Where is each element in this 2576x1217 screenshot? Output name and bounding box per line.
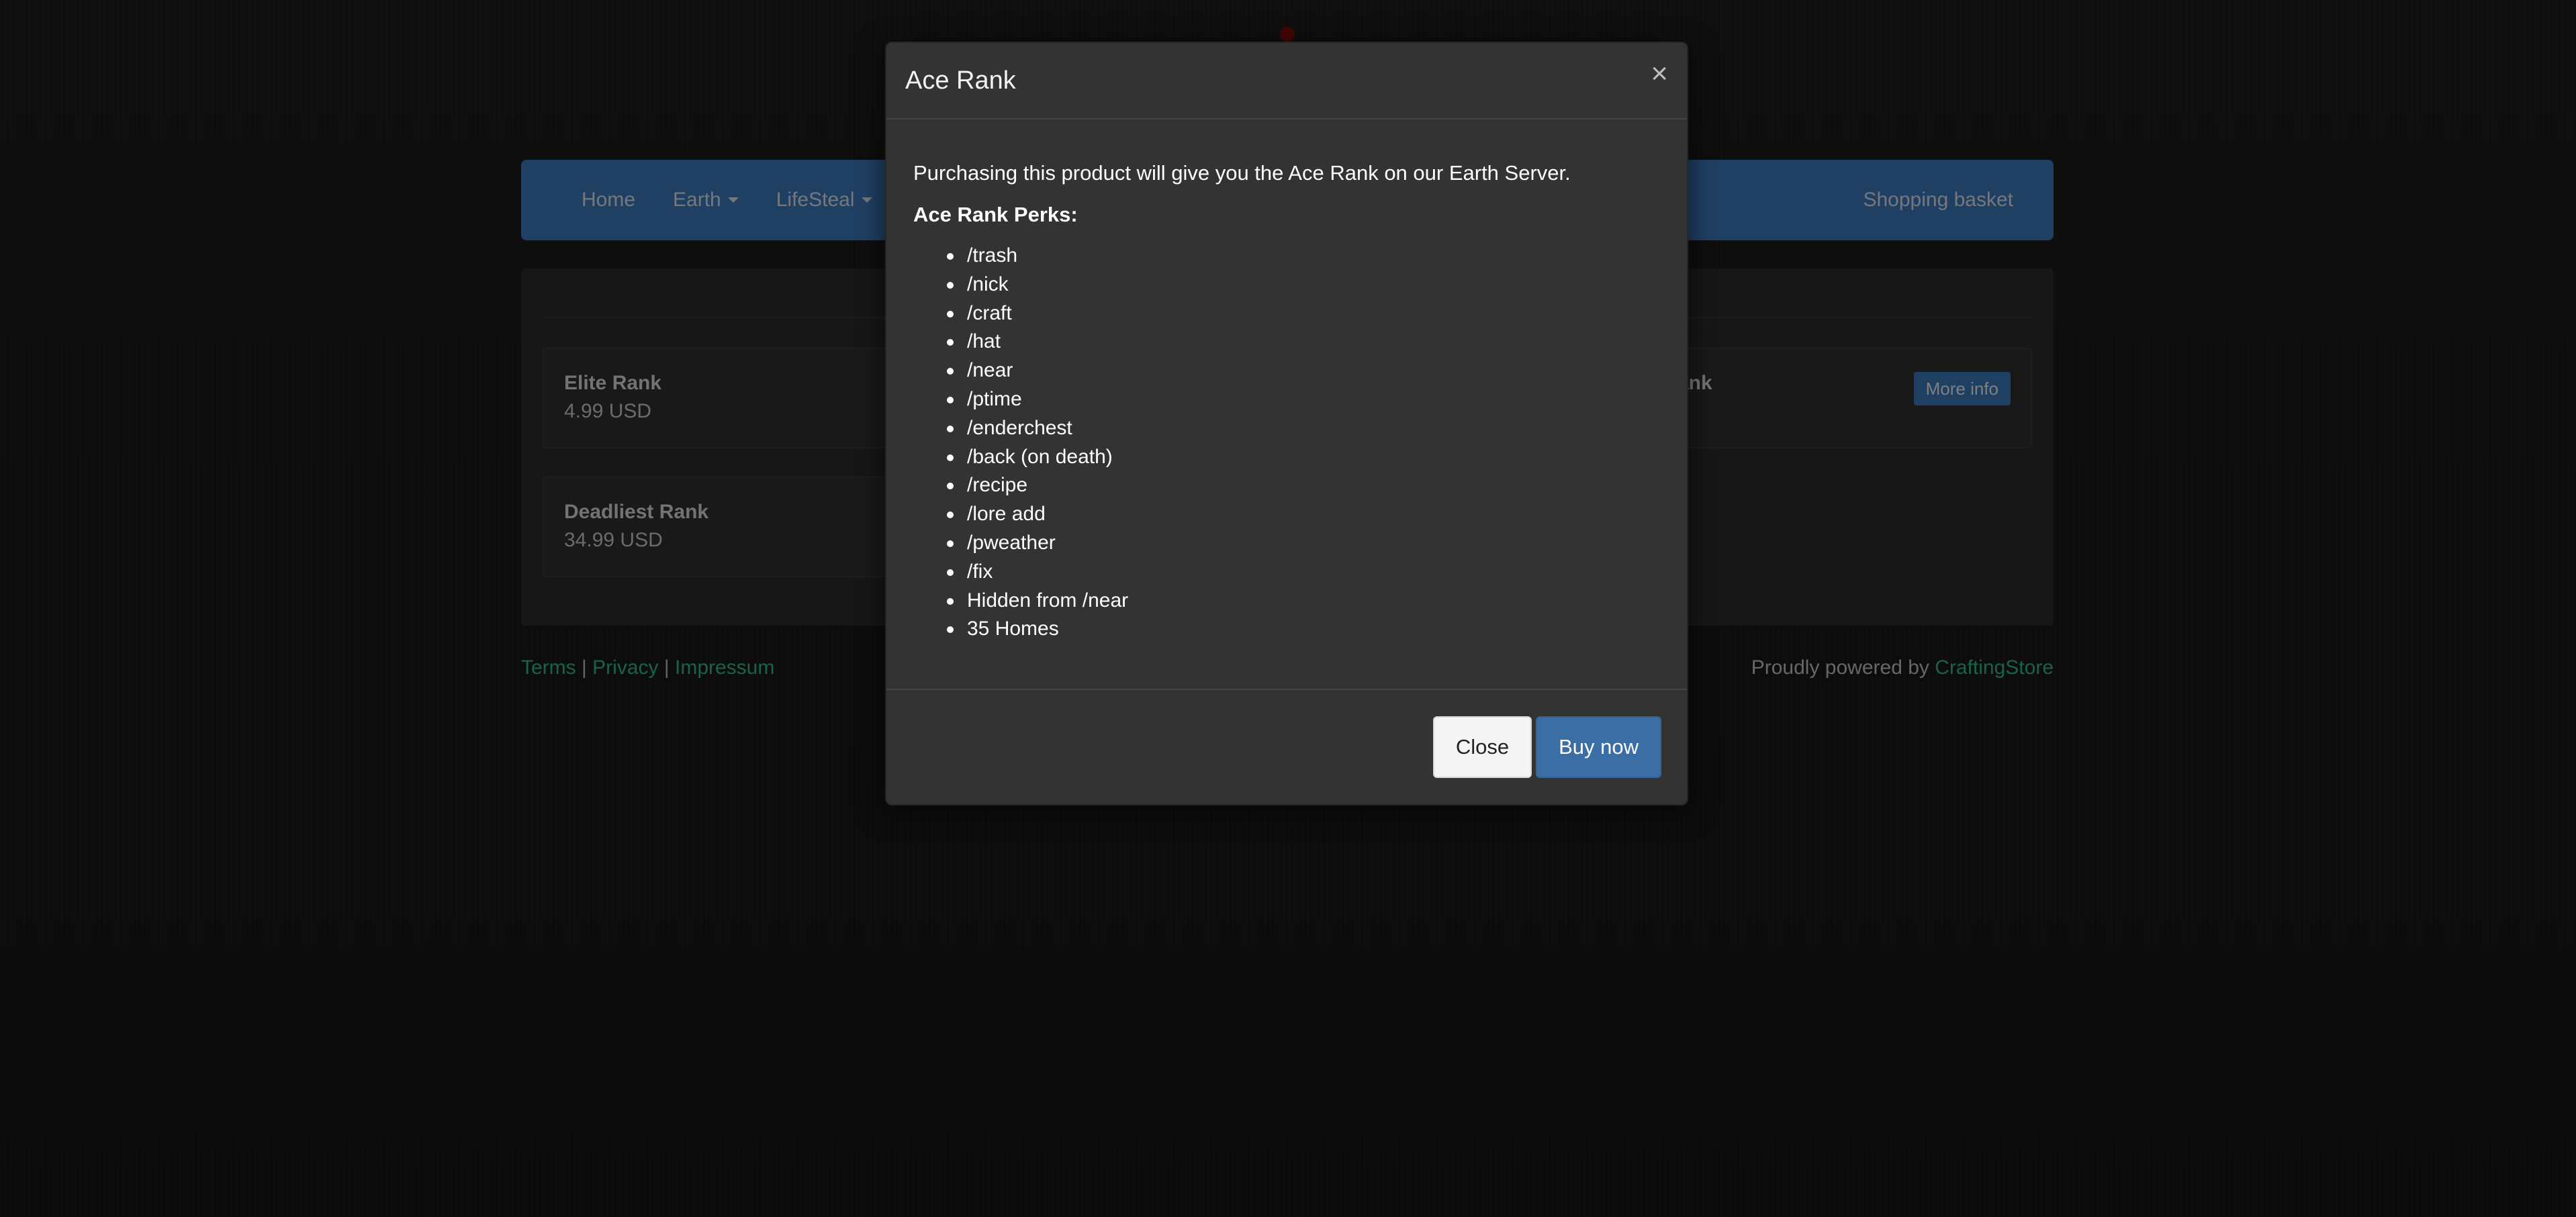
- product-description: Purchasing this product will give you th…: [913, 161, 1571, 185]
- close-button[interactable]: Close: [1432, 716, 1532, 778]
- product-modal: Ace Rank × Purchasing this product will …: [885, 42, 1688, 806]
- bullet-icon: [947, 310, 954, 318]
- list-item: /pweather: [947, 529, 1660, 558]
- perk-label: /trash: [967, 244, 1018, 266]
- perk-label: /pweather: [967, 531, 1056, 554]
- list-item: /enderchest: [947, 414, 1660, 443]
- bullet-icon: [947, 569, 954, 576]
- perk-label: /enderchest: [967, 416, 1072, 439]
- list-item: /trash: [947, 242, 1660, 271]
- perk-label: /back (on death): [967, 445, 1113, 468]
- list-item: /near: [947, 356, 1660, 385]
- bullet-icon: [947, 396, 954, 403]
- perk-label: /recipe: [967, 474, 1028, 497]
- perk-label: /hat: [967, 330, 1001, 353]
- perk-label: /nick: [967, 273, 1009, 295]
- perk-label: /near: [967, 359, 1013, 382]
- modal-body: Purchasing this product will give you th…: [886, 119, 1687, 690]
- list-item: /fix: [947, 558, 1660, 587]
- list-item: Hidden from /near: [947, 587, 1660, 616]
- list-item: 35 Homes: [947, 615, 1660, 644]
- bullet-icon: [947, 253, 954, 260]
- perk-label: /craft: [967, 301, 1012, 324]
- bullet-icon: [947, 483, 954, 490]
- perk-label: /fix: [967, 560, 993, 583]
- bullet-icon: [947, 626, 954, 634]
- modal-footer: Close Buy now: [886, 689, 1687, 804]
- list-item: /ptime: [947, 385, 1660, 414]
- perk-label: Hidden from /near: [967, 589, 1129, 612]
- modal-header: Ace Rank ×: [886, 43, 1687, 119]
- close-icon[interactable]: ×: [1651, 59, 1668, 89]
- bullet-icon: [947, 425, 954, 432]
- perks-list: /trash /nick /craft /hat /near /ptime /e…: [947, 242, 1660, 644]
- list-item: /hat: [947, 328, 1660, 356]
- list-item: /recipe: [947, 471, 1660, 500]
- perk-label: /ptime: [967, 387, 1022, 410]
- bullet-icon: [947, 454, 954, 461]
- bullet-icon: [947, 339, 954, 346]
- list-item: /craft: [947, 299, 1660, 328]
- list-item: /lore add: [947, 500, 1660, 529]
- buy-now-button[interactable]: Buy now: [1536, 716, 1661, 778]
- bullet-icon: [947, 540, 954, 547]
- perk-label: 35 Homes: [967, 618, 1059, 640]
- bullet-icon: [947, 281, 954, 289]
- bullet-icon: [947, 597, 954, 605]
- bullet-icon: [947, 368, 954, 375]
- perk-label: /lore add: [967, 503, 1046, 526]
- bullet-icon: [947, 512, 954, 519]
- list-item: /back (on death): [947, 443, 1660, 472]
- list-item: /nick: [947, 271, 1660, 299]
- perks-heading: Ace Rank Perks:: [913, 203, 1078, 226]
- modal-title: Ace Rank: [905, 66, 1016, 95]
